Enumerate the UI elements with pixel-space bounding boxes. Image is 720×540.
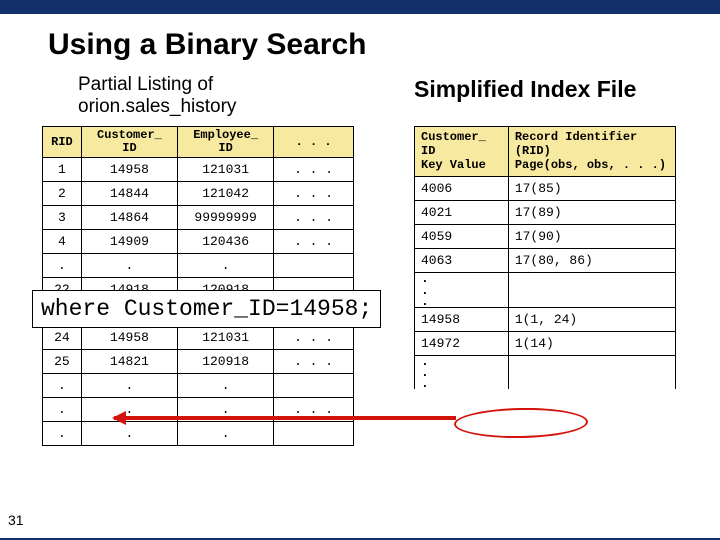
right-subtitle: Simplified Index File	[414, 76, 636, 103]
ellipsis-row: .	[415, 273, 676, 285]
col-record-identifier: Record Identifier (RID) Page(obs, obs, .…	[508, 127, 675, 177]
table-row: 2414958121031. . .	[43, 326, 354, 350]
table-row: 31486499999999. . .	[43, 206, 354, 230]
red-arrow-annotation	[114, 416, 456, 420]
ellipsis-row: .	[415, 355, 676, 367]
slide: SAS | THE POWER TO KNOW Using a Binary S…	[0, 0, 720, 540]
slide-title: Using a Binary Search	[48, 28, 366, 62]
col-rid: RID	[43, 127, 82, 158]
col-ellipsis: . . .	[274, 127, 354, 158]
header-decorative-dots	[514, 0, 570, 14]
table-row: 114958121031. . .	[43, 158, 354, 182]
table-row: 214844121042. . .	[43, 182, 354, 206]
ellipsis-row: .	[415, 285, 676, 296]
ellipsis-row: .	[415, 367, 676, 378]
table-row: 2514821120918. . .	[43, 350, 354, 374]
red-circle-annotation	[454, 407, 589, 439]
table-row: 149721(14)	[415, 331, 676, 355]
table-row: 414909120436. . .	[43, 230, 354, 254]
col-employee-id: Employee_ID	[178, 127, 274, 158]
table-row: 402117(89)	[415, 201, 676, 225]
table-row: 400617(85)	[415, 177, 676, 201]
sas-logo: SAS | THE POWER TO KNOW	[550, 0, 702, 14]
ellipsis-row: .	[415, 378, 676, 389]
table-row: ...	[43, 374, 354, 398]
col-customer-id: Customer_ID	[81, 127, 177, 158]
sales-history-table: RID Customer_ID Employee_ID . . . 114958…	[42, 126, 354, 446]
table-row: ...	[43, 254, 354, 278]
right-table-body: 400617(85)402117(89)405917(90)406317(80,…	[415, 177, 676, 389]
ellipsis-row: .	[415, 296, 676, 308]
table-row: 149581(1, 24)	[415, 307, 676, 331]
page-number: 31	[8, 512, 24, 528]
table-row: ...	[43, 422, 354, 446]
col-key-value: Customer_ ID Key Value	[415, 127, 509, 177]
table-row: 406317(80, 86)	[415, 249, 676, 273]
orange-accent-tab	[28, 0, 82, 14]
left-subtitle: Partial Listing of orion.sales_history	[78, 74, 236, 118]
index-file-table: Customer_ ID Key Value Record Identifier…	[414, 126, 676, 389]
table-row: 405917(90)	[415, 225, 676, 249]
where-clause-overlay: where Customer_ID=14958;	[32, 290, 381, 328]
